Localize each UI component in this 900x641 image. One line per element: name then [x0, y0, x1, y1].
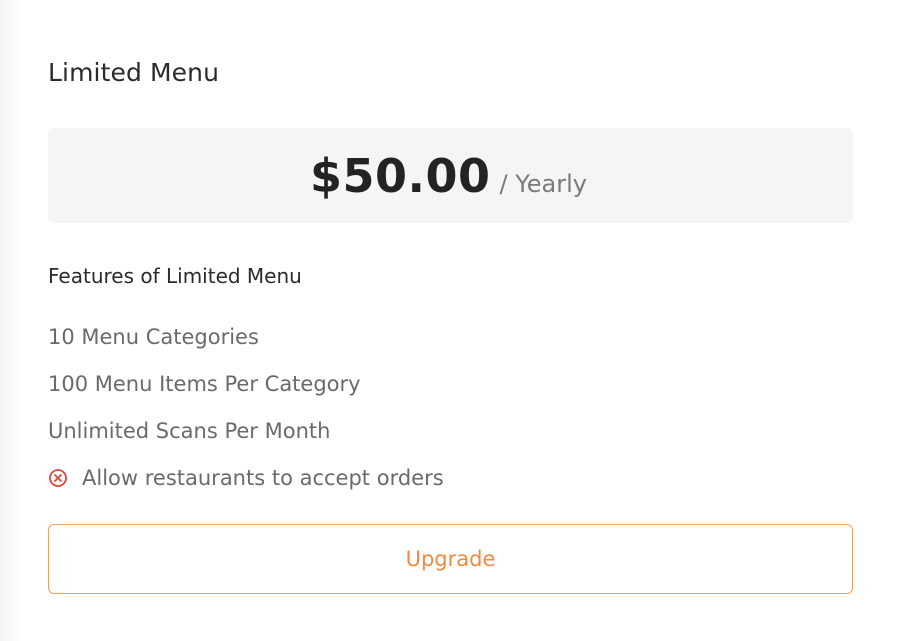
price-display: $50.00 / Yearly: [310, 149, 587, 203]
features-heading: Features of Limited Menu: [48, 264, 302, 288]
pricing-page: Limited Menu $50.00 / Yearly Features of…: [0, 0, 900, 641]
feature-item-accept-orders: Allow restaurants to accept orders: [48, 454, 444, 501]
feature-item-menu-items: 100 Menu Items Per Category: [48, 360, 444, 407]
price-box: $50.00 / Yearly: [48, 128, 853, 223]
sidebar-edge-shadow: [0, 0, 22, 641]
plan-card: Limited Menu $50.00 / Yearly Features of…: [48, 0, 853, 641]
feature-list: 10 Menu Categories 100 Menu Items Per Ca…: [48, 313, 444, 501]
feature-label: 10 Menu Categories: [48, 324, 259, 349]
price-amount: $50.00: [310, 148, 491, 203]
feature-label: Unlimited Scans Per Month: [48, 418, 331, 443]
plan-title: Limited Menu: [48, 58, 220, 87]
upgrade-button[interactable]: Upgrade: [48, 524, 853, 594]
feature-item-menu-categories: 10 Menu Categories: [48, 313, 444, 360]
x-circle-icon: [48, 468, 72, 488]
feature-label: Allow restaurants to accept orders: [82, 465, 444, 490]
feature-item-scans: Unlimited Scans Per Month: [48, 407, 444, 454]
price-period: / Yearly: [499, 169, 587, 198]
feature-label: 100 Menu Items Per Category: [48, 371, 361, 396]
